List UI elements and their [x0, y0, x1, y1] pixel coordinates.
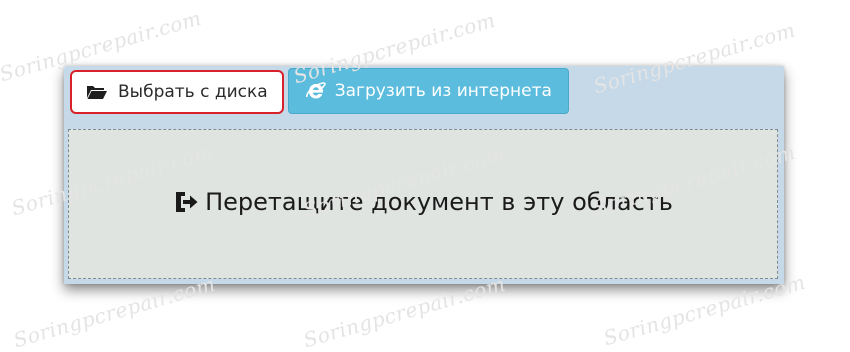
folder-open-icon: [86, 84, 108, 100]
tab-from-disk-label: Выбрать с диска: [118, 82, 268, 102]
tab-from-internet[interactable]: Загрузить из интернета: [287, 68, 569, 114]
sign-in-icon: [173, 190, 199, 214]
upload-panel: Выбрать с диска Загрузить из интернета П…: [64, 66, 784, 284]
tab-from-internet-label: Загрузить из интернета: [334, 81, 552, 101]
upload-tabs: Выбрать с диска Загрузить из интернета: [70, 68, 569, 114]
internet-explorer-icon: [305, 80, 327, 102]
drop-zone-text: Перетащите документ в эту область: [205, 188, 673, 216]
tab-from-disk[interactable]: Выбрать с диска: [74, 74, 280, 110]
highlight-frame: Выбрать с диска: [70, 70, 284, 114]
drop-zone[interactable]: Перетащите документ в эту область: [68, 129, 778, 279]
drop-zone-content: Перетащите документ в эту область: [173, 188, 673, 216]
